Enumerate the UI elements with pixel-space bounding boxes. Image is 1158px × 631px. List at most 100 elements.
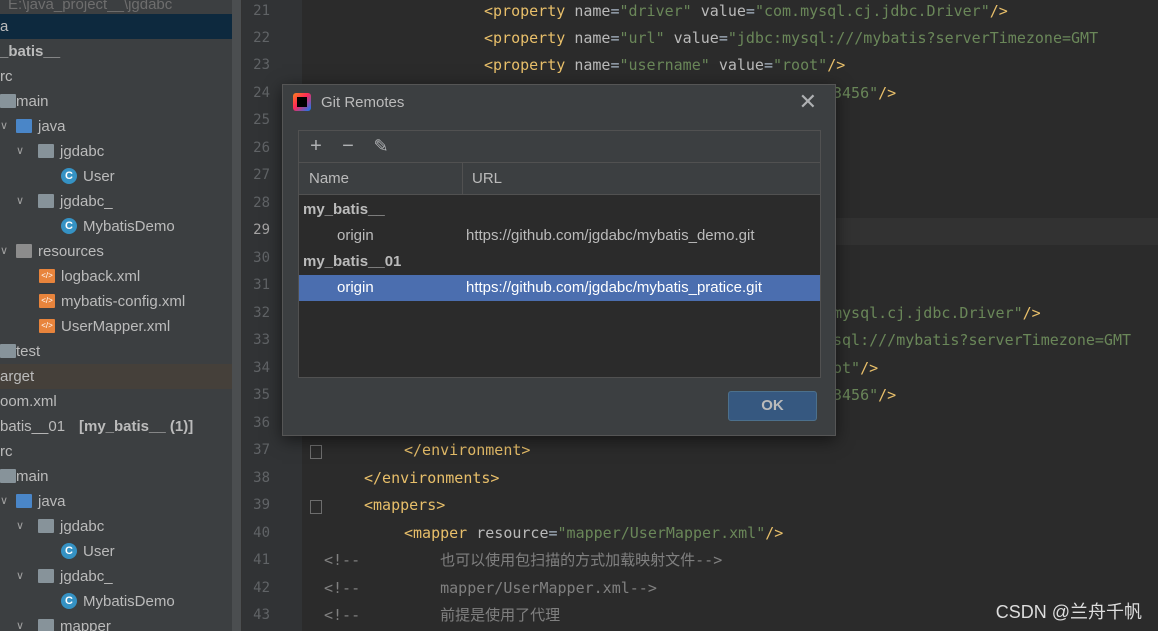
line-number: 26 — [253, 140, 270, 156]
line-number: 38 — [253, 470, 270, 486]
folder-icon — [0, 469, 16, 483]
watermark: CSDN @兰舟千帆 — [995, 602, 1142, 622]
package-icon — [38, 619, 54, 631]
ok-button[interactable]: OK — [728, 391, 817, 421]
class-icon: C — [61, 218, 77, 234]
line-number: 25 — [253, 112, 270, 128]
tree-item-test[interactable]: test — [0, 339, 232, 364]
package-icon — [38, 519, 54, 533]
code-line[interactable]: <mappers> — [302, 492, 1158, 519]
folder-icon — [0, 94, 16, 108]
repository-group-label: my_batis__ — [303, 201, 385, 218]
tree-item-package[interactable]: ∨ jgdabc_ — [0, 564, 232, 589]
line-number: 35 — [253, 387, 270, 403]
tree-item-class[interactable]: C MybatisDemo — [0, 214, 232, 239]
chevron-down-icon: ∨ — [0, 245, 9, 257]
tree-item-module[interactable]: _batis__ — [0, 39, 232, 64]
code-line[interactable]: <property name="username" value="root"/> — [302, 52, 1158, 79]
chevron-down-icon: ∨ — [16, 620, 25, 631]
intellij-logo-icon — [293, 93, 311, 111]
repository-group-label: my_batis__01 — [303, 253, 402, 270]
edit-icon[interactable]: ✎ — [370, 135, 392, 157]
remote-url: https://github.com/jgdabc/mybatis_demo.g… — [466, 227, 755, 244]
source-folder-icon — [16, 494, 32, 508]
line-number: 28 — [253, 195, 270, 211]
package-icon — [38, 194, 54, 208]
tree-item-package[interactable]: ∨ mapper — [0, 614, 232, 631]
tree-item-class[interactable]: C User — [0, 164, 232, 189]
xml-file-icon: </> — [39, 269, 55, 283]
line-number: 24 — [253, 85, 270, 101]
package-icon — [38, 144, 54, 158]
line-number-current: 29 — [253, 222, 270, 238]
tree-item-resources[interactable]: ∨ resources — [0, 239, 232, 264]
tree-item-package[interactable]: ∨ jgdabc — [0, 514, 232, 539]
xml-file-icon: </> — [39, 319, 55, 333]
tree-item-java[interactable]: ∨ java — [0, 489, 232, 514]
tree-item-file[interactable]: oom.xml — [0, 389, 232, 414]
tree-item-class[interactable]: C User — [0, 539, 232, 564]
dialog-title: Git Remotes — [321, 94, 405, 111]
line-number: 37 — [253, 442, 270, 458]
package-icon — [38, 569, 54, 583]
chevron-down-icon: ∨ — [0, 120, 9, 132]
tree-item-main[interactable]: main — [0, 464, 232, 489]
line-number: 33 — [253, 332, 270, 348]
tree-item-module[interactable]: batis__01 [my_batis__ (1)] — [0, 414, 232, 439]
tree-item-target[interactable]: arget — [0, 364, 232, 389]
tree-item-class[interactable]: C MybatisDemo — [0, 589, 232, 614]
column-divider[interactable] — [462, 163, 463, 194]
class-icon: C — [61, 168, 77, 184]
line-number: 22 — [253, 30, 270, 46]
tree-item[interactable]: rc — [0, 439, 232, 464]
resources-folder-icon — [16, 244, 32, 258]
tree-item-main[interactable]: main — [0, 89, 232, 114]
git-remotes-dialog: Git Remotes ✕ + − ✎ Name URL my_batis__ … — [282, 84, 836, 436]
code-line[interactable]: </environments> — [302, 465, 1158, 492]
remove-icon[interactable]: − — [337, 135, 359, 157]
xml-file-icon: </> — [39, 294, 55, 308]
tree-item[interactable]: a — [0, 14, 232, 39]
line-number: 43 — [253, 607, 270, 623]
code-line[interactable]: <mapper resource="mapper/UserMapper.xml"… — [302, 520, 1158, 547]
class-icon: C — [61, 593, 77, 609]
line-number: 30 — [253, 250, 270, 266]
tree-item-file[interactable]: </> mybatis-config.xml — [0, 289, 232, 314]
close-icon[interactable]: ✕ — [799, 91, 817, 113]
line-number: 42 — [253, 580, 270, 596]
project-tree-panel: E:\java_project__\jgdabc a _batis__ rc m… — [0, 0, 232, 631]
tree-item-java[interactable]: ∨ java — [0, 114, 232, 139]
remote-url: https://github.com/jgdabc/mybatis_pratic… — [466, 279, 762, 296]
add-icon[interactable]: + — [305, 135, 327, 157]
code-line[interactable]: </environment> — [302, 437, 1158, 464]
column-header-name[interactable]: Name — [309, 163, 349, 194]
remotes-panel: + − ✎ Name URL my_batis__ origin https:/… — [298, 130, 821, 378]
table-header: Name URL — [299, 163, 820, 195]
chevron-down-icon: ∨ — [0, 495, 9, 507]
column-header-url[interactable]: URL — [472, 163, 502, 194]
tree-item-file[interactable]: </> logback.xml — [0, 264, 232, 289]
code-line[interactable]: <property name="url" value="jdbc:mysql:/… — [302, 25, 1158, 52]
tree-item-package[interactable]: ∨ jgdabc_ — [0, 189, 232, 214]
chevron-down-icon: ∨ — [16, 520, 25, 532]
remote-row-selected[interactable]: origin https://github.com/jgdabc/mybatis… — [299, 275, 820, 301]
tree-item-package[interactable]: ∨ jgdabc — [0, 139, 232, 164]
source-folder-icon — [16, 119, 32, 133]
remote-name: origin — [337, 227, 374, 244]
chevron-down-icon: ∨ — [16, 195, 25, 207]
chevron-down-icon: ∨ — [16, 145, 25, 157]
tree-item-file[interactable]: </> UserMapper.xml — [0, 314, 232, 339]
line-number: 40 — [253, 525, 270, 541]
line-number: 21 — [253, 3, 270, 19]
folder-icon — [0, 344, 16, 358]
code-line[interactable]: <property name="driver" value="com.mysql… — [302, 0, 1158, 25]
line-number: 27 — [253, 167, 270, 183]
remote-row[interactable]: origin https://github.com/jgdabc/mybatis… — [299, 223, 820, 249]
remotes-toolbar: + − ✎ — [299, 131, 820, 163]
line-number: 39 — [253, 497, 270, 513]
tree-scrollbar[interactable] — [232, 0, 241, 631]
code-line[interactable]: <!-- 也可以使用包扫描的方式加载映射文件--> — [302, 547, 1158, 574]
line-number: 41 — [253, 552, 270, 568]
class-icon: C — [61, 543, 77, 559]
tree-item[interactable]: rc — [0, 64, 232, 89]
